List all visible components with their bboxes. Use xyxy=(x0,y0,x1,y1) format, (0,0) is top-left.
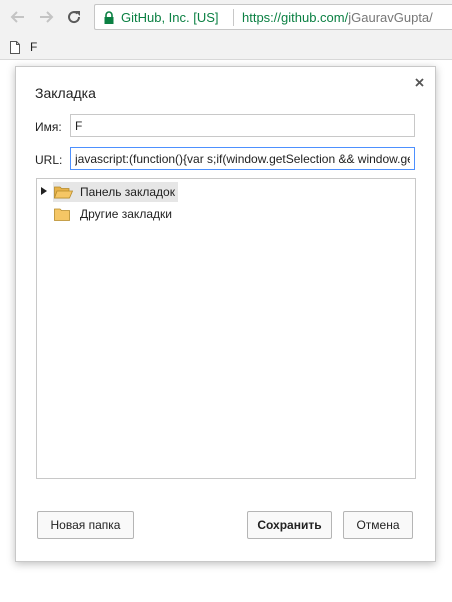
url-host: https://github.com/ xyxy=(242,10,349,25)
back-button[interactable] xyxy=(8,7,28,27)
close-icon xyxy=(414,77,424,87)
folder-tree[interactable]: Панель закладок Другие закладки xyxy=(36,178,416,479)
omnibox-separator xyxy=(233,9,234,26)
folder-label: Другие закладки xyxy=(80,207,172,221)
url-input[interactable] xyxy=(70,147,415,170)
lock-icon xyxy=(104,11,114,24)
bookmark-item-label: F xyxy=(30,40,38,54)
cancel-button[interactable]: Отмена xyxy=(343,511,413,539)
back-arrow-icon xyxy=(10,11,24,23)
close-button[interactable] xyxy=(412,75,426,89)
bookmark-item[interactable]: F xyxy=(10,38,37,56)
expand-arrow-icon[interactable] xyxy=(41,187,47,195)
url-path: jGauravGupta/ xyxy=(348,10,433,25)
url-label: URL: xyxy=(35,153,63,167)
bookmarks-bar: F xyxy=(0,34,452,60)
page-icon xyxy=(10,40,20,54)
open-folder-icon xyxy=(54,186,73,199)
forward-arrow-icon xyxy=(40,11,54,23)
folder-label: Панель закладок xyxy=(80,185,175,199)
dialog-title: Закладка xyxy=(35,85,96,101)
name-input[interactable] xyxy=(70,114,415,137)
save-button[interactable]: Сохранить xyxy=(247,511,332,539)
browser-toolbar: GitHub, Inc. [US] https://github.com/jGa… xyxy=(0,0,452,34)
folder-row-other-bookmarks[interactable]: Другие закладки xyxy=(53,204,175,224)
security-chip[interactable]: GitHub, Inc. [US] xyxy=(121,10,219,25)
address-bar[interactable]: GitHub, Inc. [US] https://github.com/jGa… xyxy=(94,4,452,30)
forward-button[interactable] xyxy=(36,7,56,27)
folder-row-bookmarks-bar[interactable]: Панель закладок xyxy=(53,182,178,202)
reload-button[interactable] xyxy=(64,7,84,27)
reload-icon xyxy=(68,11,81,24)
name-label: Имя: xyxy=(35,120,62,134)
folder-icon xyxy=(54,208,70,221)
new-folder-button[interactable]: Новая папка xyxy=(37,511,134,539)
url-text[interactable]: https://github.com/jGauravGupta/ xyxy=(242,10,433,25)
bookmark-dialog: Закладка Имя: URL: Панель закладок Други… xyxy=(15,66,436,562)
